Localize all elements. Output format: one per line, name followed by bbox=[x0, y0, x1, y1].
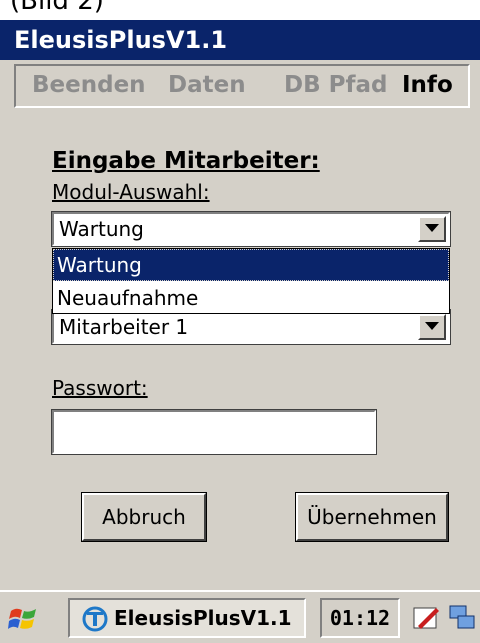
app-icon bbox=[82, 606, 108, 632]
windows-flag-icon[interactable] bbox=[8, 603, 38, 637]
menu-item-db-pfad[interactable]: DB Pfad bbox=[284, 72, 387, 98]
module-label: Modul-Auswahl: bbox=[52, 180, 210, 204]
triangle-down-icon bbox=[425, 322, 439, 330]
employee-select[interactable]: Mitarbeiter 1 bbox=[51, 309, 451, 345]
caption: (Bild 2) bbox=[10, 0, 104, 16]
taskbar-app-button[interactable]: EleusisPlusV1.1 bbox=[68, 598, 306, 638]
menu-item-beenden[interactable]: Beenden bbox=[32, 72, 146, 98]
network-icon[interactable] bbox=[446, 604, 476, 636]
employee-dropdown-button[interactable] bbox=[418, 314, 446, 340]
menu-bar-frame: Beenden Daten DB Pfad Info bbox=[14, 64, 470, 108]
apply-button[interactable]: Übernehmen bbox=[295, 492, 449, 542]
title-bar: EleusisPlusV1.1 bbox=[0, 20, 480, 60]
clock[interactable]: 01:12 bbox=[320, 598, 400, 638]
form-heading: Eingabe Mitarbeiter: bbox=[52, 148, 320, 174]
module-select-value: Wartung bbox=[59, 217, 144, 241]
window-title: EleusisPlusV1.1 bbox=[14, 26, 228, 54]
module-select[interactable]: Wartung bbox=[51, 211, 451, 247]
taskbar: EleusisPlusV1.1 01:12 bbox=[0, 590, 480, 643]
employee-select-value: Mitarbeiter 1 bbox=[59, 315, 189, 339]
password-label: Passwort: bbox=[52, 376, 148, 400]
pen-input-icon[interactable] bbox=[412, 604, 440, 636]
menu-item-info[interactable]: Info bbox=[402, 72, 453, 98]
dropdown-option-wartung[interactable]: Wartung bbox=[53, 249, 449, 281]
triangle-down-icon bbox=[425, 224, 439, 232]
module-dropdown-button[interactable] bbox=[418, 216, 446, 242]
cancel-button[interactable]: Abbruch bbox=[81, 492, 207, 542]
module-dropdown-list: Wartung Neuaufnahme bbox=[52, 248, 450, 314]
menu-bar: Beenden Daten DB Pfad Info bbox=[0, 60, 480, 112]
menu-item-daten[interactable]: Daten bbox=[168, 72, 246, 98]
taskbar-app-label: EleusisPlusV1.1 bbox=[114, 606, 292, 630]
password-input[interactable] bbox=[51, 409, 377, 455]
dropdown-option-neuaufnahme[interactable]: Neuaufnahme bbox=[53, 282, 449, 314]
